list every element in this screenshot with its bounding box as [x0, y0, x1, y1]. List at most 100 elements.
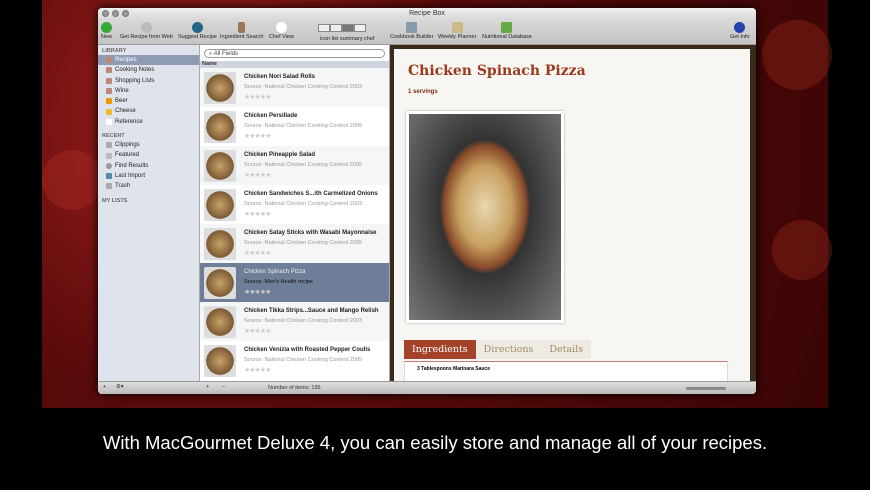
- table-row[interactable]: Chicken Venizia with Roasted Pepper Coul…: [200, 341, 389, 380]
- recipe-thumbnail: [204, 344, 236, 377]
- table-row[interactable]: Chicken Tikka Strips...Sauce and Mango R…: [200, 302, 389, 341]
- sidebar-item-last-import[interactable]: Last Import: [98, 171, 199, 181]
- get-info-button[interactable]: Get Info: [730, 22, 750, 40]
- cookbook-builder-button[interactable]: Cookbook Builder: [390, 22, 433, 40]
- icon-view[interactable]: [318, 24, 330, 32]
- label: Reference: [115, 118, 143, 125]
- recipe-thumbnail: [204, 71, 236, 104]
- get-recipe-web-button[interactable]: Get Recipe from Web: [120, 22, 173, 40]
- view-mode-labels: icon list summary chef: [320, 36, 375, 42]
- my-lists-header: MY LISTS: [102, 197, 128, 204]
- table-row[interactable]: Chicken Satay Sticks with Wasabi Mayonna…: [200, 224, 389, 263]
- ingredient-search-button[interactable]: Ingredient Search: [220, 22, 263, 40]
- label: Get Info: [730, 34, 750, 40]
- recipe-photo: [406, 111, 564, 323]
- summary-view[interactable]: [342, 24, 354, 32]
- table-row[interactable]: Chicken Nori Salad Rolls Source: National…: [200, 68, 389, 107]
- sidebar-item-reference[interactable]: Reference: [98, 117, 199, 127]
- sidebar-item-shopping-lists[interactable]: Shopping Lists: [98, 76, 199, 86]
- plus-icon: [101, 22, 112, 33]
- recipe-source: Source: National Chicken Cooking Contest…: [244, 357, 363, 363]
- table-row[interactable]: Chicken Sandwiches S...ith Carmelized On…: [200, 185, 389, 224]
- recipe-name: Chicken Spinach Pizza: [244, 269, 306, 275]
- add-recipe-button[interactable]: +: [206, 384, 209, 390]
- recipe-detail: Chicken Spinach Pizza 1 servings Ingredi…: [390, 45, 756, 385]
- recipe-source: Source: National Chicken Cooking Contest…: [244, 240, 363, 246]
- sidebar-item-cooking-notes[interactable]: Cooking Notes: [98, 65, 199, 75]
- text-size-slider[interactable]: [686, 387, 726, 390]
- new-button[interactable]: New: [101, 22, 112, 40]
- rating-stars[interactable]: ★★★★★: [244, 327, 379, 335]
- label: Shopping Lists: [115, 77, 155, 84]
- sidebar-item-find-results[interactable]: Find Results: [98, 161, 199, 171]
- chef-view-button[interactable]: Chef View: [269, 22, 294, 40]
- tab-ingredients[interactable]: Ingredients: [404, 340, 476, 359]
- label: Cookbook Builder: [390, 34, 434, 40]
- label: Suggest Recipe: [178, 34, 217, 40]
- caption: With MacGourmet Deluxe 4, you can easily…: [102, 432, 768, 453]
- close-button[interactable]: [102, 10, 109, 17]
- list-view[interactable]: [330, 24, 342, 32]
- recipe-title: Chicken Spinach Pizza: [408, 63, 586, 79]
- toolbar: New Get Recipe from Web Suggest Recipe I…: [98, 20, 756, 45]
- tab-directions[interactable]: Directions: [475, 340, 542, 359]
- suggest-recipe-button[interactable]: Suggest Recipe: [178, 22, 217, 40]
- view-mode-control[interactable]: [318, 24, 366, 32]
- search-input[interactable]: ⌕ All Fields: [204, 49, 385, 58]
- table-row[interactable]: Chicken Pineapple Salad Source: National …: [200, 146, 389, 185]
- label: Trash: [115, 183, 131, 190]
- sidebar-item-recipes[interactable]: Recipes: [98, 55, 199, 66]
- label: Ingredient Search: [220, 34, 264, 40]
- rating-stars[interactable]: ★★★★★: [244, 366, 370, 374]
- magnifier-icon: [106, 162, 112, 169]
- label: Get Recipe from Web: [120, 34, 173, 40]
- label: Clippings: [115, 142, 140, 149]
- ingredient-item: 3 Tablespoons Marinara Sauce: [417, 366, 490, 372]
- recipe-name: Chicken Persillade: [244, 113, 298, 119]
- recipes-icon: [106, 57, 112, 64]
- zoom-button[interactable]: [122, 10, 129, 17]
- sidebar-item-clippings[interactable]: Clippings: [98, 140, 199, 150]
- book-icon: [406, 22, 418, 33]
- table-row[interactable]: Chicken Spinach Pizza Source: Men's Healt…: [200, 263, 389, 302]
- recipe-thumbnail: [204, 227, 236, 260]
- label: Chef View: [269, 34, 294, 40]
- rating-stars[interactable]: ★★★★★: [244, 93, 362, 101]
- sidebar-item-trash[interactable]: Trash: [98, 181, 199, 191]
- table-row[interactable]: Chicken Persillade Source: National Chick…: [200, 107, 389, 146]
- weekly-planner-button[interactable]: Weekly Planner: [438, 22, 476, 40]
- notes-icon: [106, 67, 112, 74]
- sidebar-item-cheese[interactable]: Cheese: [98, 106, 199, 116]
- rating-stars[interactable]: ★★★★★: [244, 210, 378, 218]
- recipe-list: ⌕ All Fields Name Chicken Nori Salad Rol…: [200, 45, 390, 381]
- recent-header: RECENT: [102, 133, 125, 140]
- info-icon: [734, 22, 746, 33]
- cart-icon: [106, 77, 112, 84]
- recipe-name: Chicken Venizia with Roasted Pepper Coul…: [244, 347, 371, 353]
- nutritional-database-button[interactable]: Nutritional Database: [482, 22, 532, 40]
- recipe-name: Chicken Tikka Strips...Sauce and Mango R…: [244, 308, 379, 314]
- cheese-icon: [106, 108, 112, 115]
- label: Wine: [115, 87, 129, 94]
- rating-stars[interactable]: ★★★★★: [244, 132, 362, 140]
- sidebar-item-beer[interactable]: Beer: [98, 96, 199, 106]
- recipe-thumbnail: [204, 188, 236, 221]
- rating-stars[interactable]: ★★★★★: [244, 288, 313, 296]
- recipe-source: Source: Men's Health recipe: [244, 279, 313, 285]
- chef-view[interactable]: [354, 24, 366, 32]
- sidebar-item-featured[interactable]: Featured: [98, 150, 199, 160]
- recipe-thumbnail: [204, 110, 236, 143]
- sidebar-item-wine[interactable]: Wine: [98, 86, 199, 96]
- rating-stars[interactable]: ★★★★★: [244, 171, 362, 179]
- gear-icon[interactable]: ⚙▾: [116, 384, 124, 390]
- reference-icon: [106, 118, 112, 125]
- column-header-name[interactable]: Name: [200, 61, 389, 68]
- recipe-thumbnail: [204, 305, 236, 338]
- recipe-source: Source: National Chicken Cooking Contest…: [244, 123, 363, 129]
- tab-details[interactable]: Details: [541, 340, 592, 359]
- remove-recipe-button[interactable]: −: [222, 384, 225, 390]
- minimize-button[interactable]: [112, 10, 119, 17]
- add-list-button[interactable]: +: [103, 384, 106, 390]
- rating-stars[interactable]: ★★★★★: [244, 249, 377, 257]
- servings: 1 servings: [408, 89, 438, 95]
